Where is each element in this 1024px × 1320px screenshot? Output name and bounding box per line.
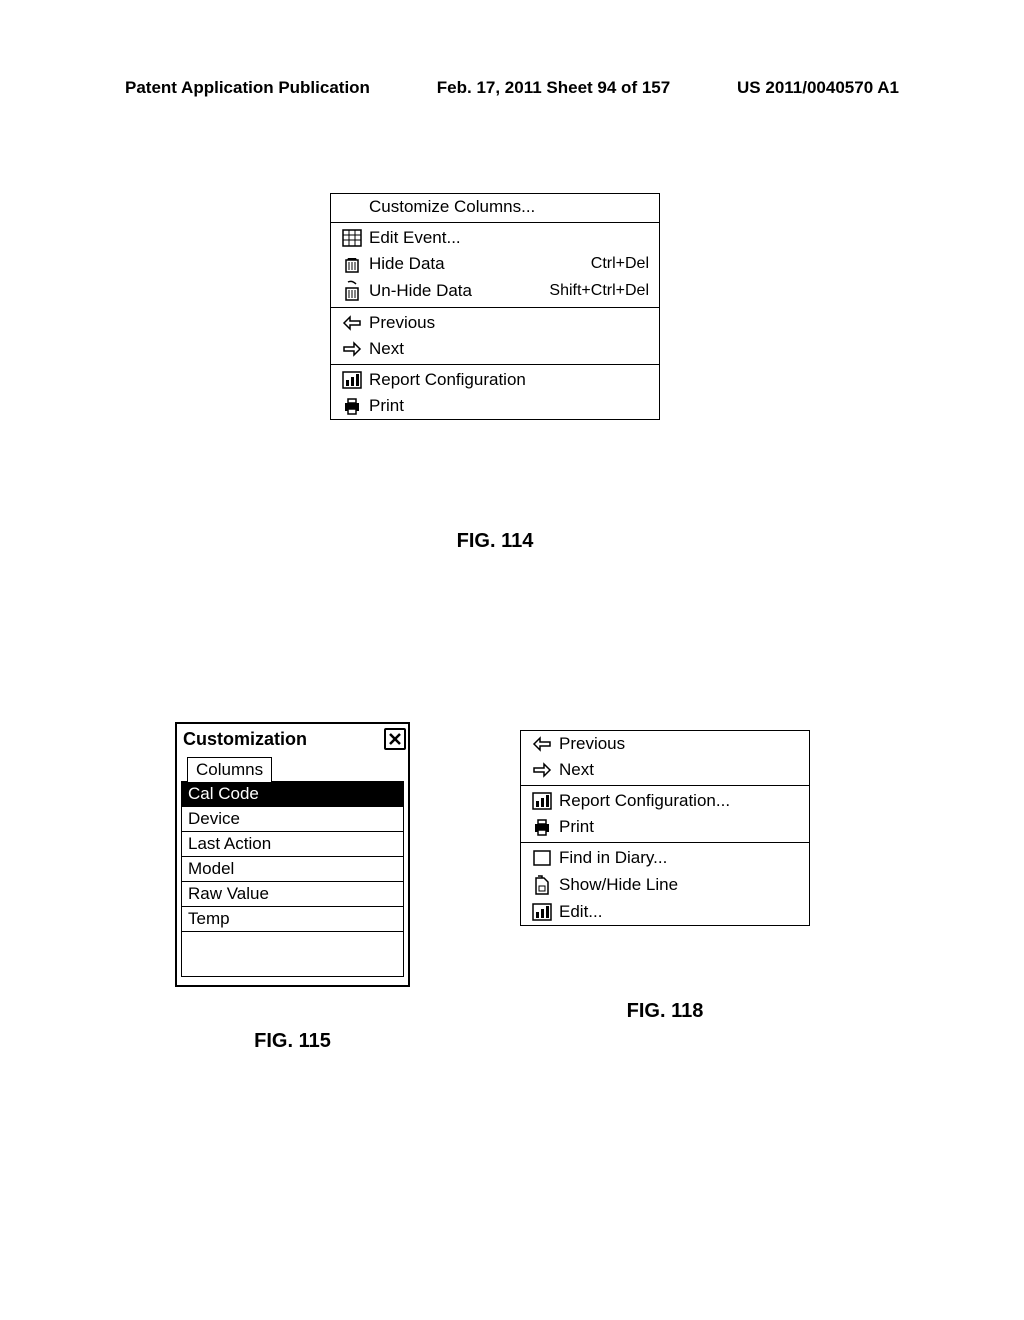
print-label: Print bbox=[555, 817, 799, 837]
report-config-item[interactable]: Report Configuration... bbox=[521, 788, 809, 814]
list-empty-area bbox=[182, 932, 403, 976]
dialog-titlebar: Customization bbox=[177, 724, 408, 756]
find-diary-label: Find in Diary... bbox=[555, 848, 799, 868]
page-header: Patent Application Publication Feb. 17, … bbox=[0, 78, 1024, 98]
square-icon bbox=[529, 849, 555, 867]
chart-icon bbox=[529, 903, 555, 921]
fig-114-caption: FIG. 114 bbox=[330, 530, 660, 553]
chart-icon bbox=[529, 792, 555, 810]
list-item[interactable]: Temp bbox=[182, 907, 403, 932]
arrow-left-icon bbox=[529, 736, 555, 752]
header-center: Feb. 17, 2011 Sheet 94 of 157 bbox=[437, 78, 670, 98]
printer-icon bbox=[339, 396, 365, 416]
report-config-item[interactable]: Report Configuration bbox=[331, 367, 659, 393]
header-right: US 2011/0040570 A1 bbox=[737, 78, 899, 98]
unhide-shortcut: Shift+Ctrl+Del bbox=[549, 282, 649, 300]
previous-item[interactable]: Previous bbox=[331, 310, 659, 336]
printer-icon bbox=[529, 817, 555, 837]
hide-data-label: Hide Data bbox=[365, 254, 591, 274]
list-item[interactable]: Last Action bbox=[182, 832, 403, 857]
next-label: Next bbox=[365, 339, 649, 359]
previous-item[interactable]: Previous bbox=[521, 731, 809, 757]
unhide-data-item[interactable]: Un-Hide Data Shift+Ctrl+Del bbox=[331, 277, 659, 305]
separator bbox=[331, 222, 659, 223]
hide-data-item[interactable]: Hide Data Ctrl+Del bbox=[331, 251, 659, 277]
next-label: Next bbox=[555, 760, 799, 780]
page-icon bbox=[529, 874, 555, 896]
restore-trash-icon bbox=[339, 280, 365, 302]
fig-118-caption: FIG. 118 bbox=[520, 1000, 810, 1023]
fig-115-caption: FIG. 115 bbox=[175, 1030, 410, 1053]
show-hide-label: Show/Hide Line bbox=[555, 875, 799, 895]
separator bbox=[331, 364, 659, 365]
arrow-right-icon bbox=[529, 762, 555, 778]
customization-dialog: Customization Columns Cal Code Device La… bbox=[175, 722, 410, 987]
header-left: Patent Application Publication bbox=[125, 78, 370, 98]
print-item[interactable]: Print bbox=[521, 814, 809, 840]
next-item[interactable]: Next bbox=[521, 757, 809, 783]
close-icon bbox=[388, 732, 402, 746]
trash-icon bbox=[339, 254, 365, 274]
list-item[interactable]: Cal Code bbox=[182, 782, 403, 807]
previous-label: Previous bbox=[365, 313, 649, 333]
separator bbox=[521, 785, 809, 786]
list-item[interactable]: Model bbox=[182, 857, 403, 882]
tabs: Columns bbox=[177, 756, 408, 781]
report-config-label: Report Configuration bbox=[365, 370, 649, 390]
arrow-left-icon bbox=[339, 315, 365, 331]
chart-icon bbox=[339, 371, 365, 389]
arrow-right-icon bbox=[339, 341, 365, 357]
separator bbox=[521, 842, 809, 843]
grid-icon bbox=[339, 229, 365, 247]
find-in-diary-item[interactable]: Find in Diary... bbox=[521, 845, 809, 871]
edit-event-label: Edit Event... bbox=[365, 228, 649, 248]
edit-label: Edit... bbox=[555, 902, 799, 922]
report-config-label: Report Configuration... bbox=[555, 791, 799, 811]
close-button[interactable] bbox=[384, 728, 406, 750]
edit-item[interactable]: Edit... bbox=[521, 899, 809, 925]
columns-list: Cal Code Device Last Action Model Raw Va… bbox=[181, 781, 404, 977]
print-label: Print bbox=[365, 396, 649, 416]
list-item[interactable]: Device bbox=[182, 807, 403, 832]
context-menu-114: Customize Columns... Edit Event... Hide … bbox=[330, 193, 660, 420]
customize-label: Customize Columns... bbox=[365, 197, 649, 217]
separator bbox=[331, 307, 659, 308]
hide-shortcut: Ctrl+Del bbox=[591, 255, 649, 273]
context-menu-118: Previous Next Report Configuration... Pr… bbox=[520, 730, 810, 926]
previous-label: Previous bbox=[555, 734, 799, 754]
show-hide-line-item[interactable]: Show/Hide Line bbox=[521, 871, 809, 899]
print-item[interactable]: Print bbox=[331, 393, 659, 419]
list-item[interactable]: Raw Value bbox=[182, 882, 403, 907]
next-item[interactable]: Next bbox=[331, 336, 659, 362]
edit-event-item[interactable]: Edit Event... bbox=[331, 225, 659, 251]
dialog-title: Customization bbox=[183, 729, 307, 750]
columns-tab[interactable]: Columns bbox=[187, 757, 272, 782]
unhide-data-label: Un-Hide Data bbox=[365, 281, 549, 301]
customize-columns-item[interactable]: Customize Columns... bbox=[331, 194, 659, 220]
